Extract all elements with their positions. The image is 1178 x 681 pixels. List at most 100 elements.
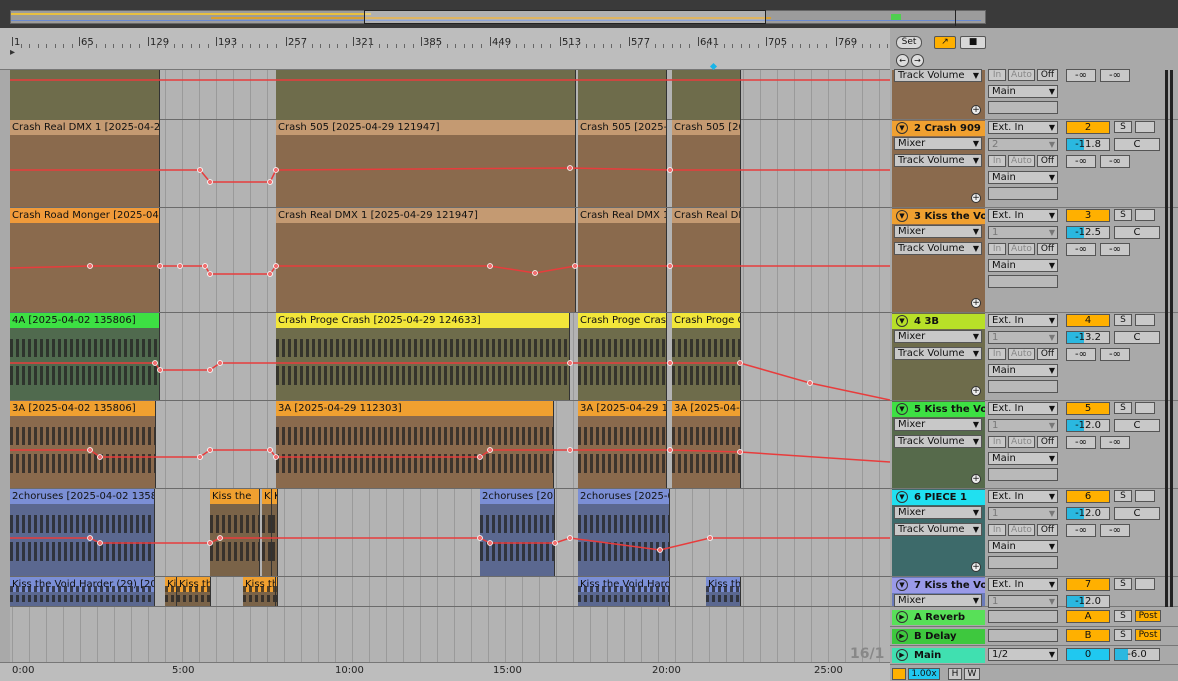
track-activator[interactable]: 7 [1066,578,1110,591]
monitor-auto-button[interactable]: Auto [1008,69,1035,81]
return-output-chooser[interactable] [988,610,1058,623]
output-channel-chooser[interactable] [988,275,1058,288]
main-activator[interactable]: 0 [1066,648,1110,661]
monitor-in-button[interactable]: In [988,348,1006,360]
arm-button[interactable] [1135,209,1155,221]
fold-icon[interactable]: ▼ [896,403,908,415]
track-activator[interactable]: 6 [1066,490,1110,503]
post-button[interactable]: Post [1135,629,1161,641]
arm-button[interactable] [1135,402,1155,414]
previous-locator-icon[interactable]: ← [896,54,909,67]
monitor-in-button[interactable]: In [988,436,1006,448]
input-type-chooser[interactable]: Ext. In ▼ [988,402,1058,415]
solo-button[interactable]: S [1114,314,1132,326]
automation-breakpoint[interactable] [567,447,573,453]
automation-line[interactable] [10,449,890,463]
input-type-chooser[interactable]: Ext. In ▼ [988,578,1058,591]
monitor-auto-button[interactable]: Auto [1008,436,1035,448]
send-b-field[interactable]: -∞ [1100,155,1130,168]
track-name[interactable]: ▼ 6 PIECE 1 [892,490,985,505]
monitor-auto-button[interactable]: Auto [1008,524,1035,536]
monitor-off-button[interactable]: Off [1037,69,1058,81]
main-name[interactable]: ▶ Main [892,648,985,663]
volume-field[interactable]: -12.0 [1066,595,1110,608]
lock-icon[interactable]: ■ [960,36,986,49]
automation-line[interactable] [10,167,890,183]
track-name[interactable]: ▼ 5 Kiss the Voi [892,402,985,417]
monitor-in-button[interactable]: In [988,155,1006,167]
monitor-off-button[interactable]: Off [1037,436,1058,448]
output-channel-chooser[interactable] [988,556,1058,569]
parameter-chooser[interactable]: Track Volume ▼ [894,523,982,536]
automation-breakpoint[interactable] [667,263,673,269]
add-lane-icon[interactable]: + [971,474,981,484]
input-type-chooser[interactable]: Ext. In ▼ [988,314,1058,327]
arm-button[interactable] [1135,490,1155,502]
output-channel-chooser[interactable] [988,101,1058,114]
set-locator-button[interactable]: Set [896,36,922,49]
automation-breakpoint[interactable] [87,263,93,269]
automation-breakpoint[interactable] [552,540,558,546]
solo-button[interactable]: S [1114,490,1132,502]
parameter-chooser[interactable]: Track Volume ▼ [894,347,982,360]
parameter-chooser[interactable]: Track Volume ▼ [894,242,982,255]
arm-button[interactable] [1135,578,1155,590]
add-lane-icon[interactable]: + [971,105,981,115]
automation-breakpoint[interactable] [197,167,203,173]
input-type-chooser[interactable]: Ext. In ▼ [988,121,1058,134]
monitor-off-button[interactable]: Off [1037,155,1058,167]
output-channel-chooser[interactable] [988,468,1058,481]
automation-line[interactable] [10,362,890,401]
solo-button[interactable]: S [1114,629,1132,641]
main-volume-field[interactable]: -6.0 [1114,648,1160,661]
arm-button[interactable] [1135,314,1155,326]
automation-breakpoint[interactable] [737,449,743,455]
automation-breakpoint[interactable] [273,263,279,269]
input-channel-chooser[interactable]: 2 ▼ [988,138,1058,151]
automation-breakpoint[interactable] [207,367,213,373]
automation-line[interactable] [10,537,890,551]
return-output-chooser[interactable] [988,629,1058,642]
track-activator[interactable]: 2 [1066,121,1110,134]
arrangement-view[interactable]: Crash Real DMX 1 [2025-04-29 Crash 505 [2… [10,70,890,662]
output-channel-chooser[interactable] [988,380,1058,393]
add-lane-icon[interactable]: + [971,562,981,572]
overview-viewport[interactable] [364,10,766,24]
return-activator[interactable]: A [1066,610,1110,623]
track-activator[interactable]: 5 [1066,402,1110,415]
automation-breakpoint[interactable] [273,454,279,460]
pan-field[interactable]: C [1114,138,1160,151]
arrangement-overview[interactable] [0,0,1178,28]
automation-breakpoint[interactable] [87,447,93,453]
automation-breakpoint[interactable] [567,360,573,366]
automation-breakpoint[interactable] [667,360,673,366]
device-chooser[interactable]: Mixer ▼ [894,506,982,519]
automation-line[interactable] [10,265,890,275]
send-a-field[interactable]: -∞ [1066,155,1096,168]
automation-breakpoint[interactable] [737,360,743,366]
automation-breakpoint[interactable] [217,360,223,366]
automation-lines[interactable] [10,70,890,662]
track-name[interactable]: ▼ 7 Kiss the Voi [892,578,985,593]
volume-field[interactable]: -12.0 [1066,507,1110,520]
device-chooser[interactable]: Mixer ▼ [894,330,982,343]
pan-field[interactable]: C [1114,226,1160,239]
device-chooser[interactable]: Mixer ▼ [894,225,982,238]
add-lane-icon[interactable]: + [971,193,981,203]
automation-breakpoint[interactable] [267,179,273,185]
fold-icon[interactable]: ▼ [896,491,908,503]
automation-breakpoint[interactable] [152,360,158,366]
automation-breakpoint[interactable] [177,263,183,269]
automation-breakpoint[interactable] [657,547,663,553]
height-button[interactable]: H [948,668,962,680]
input-channel-chooser[interactable]: 1 ▼ [988,226,1058,239]
automation-breakpoint[interactable] [202,263,208,269]
solo-button[interactable]: S [1114,209,1132,221]
play-icon[interactable]: ▶ [896,649,908,661]
solo-button[interactable]: S [1114,402,1132,414]
add-lane-icon[interactable]: + [971,386,981,396]
automation-breakpoint[interactable] [707,535,713,541]
input-channel-chooser[interactable]: 1 ▼ [988,419,1058,432]
follow-icon[interactable]: ↗ [934,36,956,49]
monitor-auto-button[interactable]: Auto [1008,243,1035,255]
